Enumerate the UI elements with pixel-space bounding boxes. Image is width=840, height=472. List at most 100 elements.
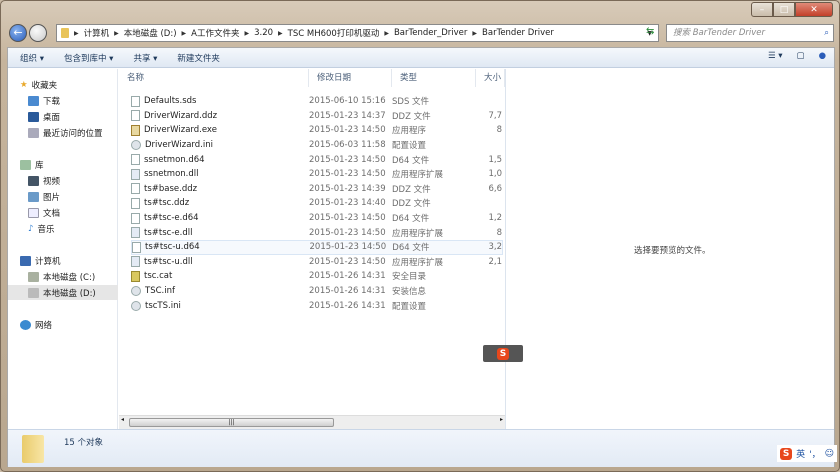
file-type: D64 文件 <box>392 155 430 166</box>
file-row[interactable]: ts#tsc-e.d64 2015-01-23 14:50 D64 文件 1,2 <box>131 211 503 226</box>
column-name[interactable]: 名称 <box>119 69 309 87</box>
nav-recent[interactable]: 最近访问的位置 <box>28 125 103 140</box>
view-options-icon[interactable]: ☰ ▾ <box>768 51 783 61</box>
chevron-right-icon: ▶ <box>74 29 79 37</box>
file-row[interactable]: DriverWizard.ini 2015-06-03 11:58 配置设置 <box>131 138 503 153</box>
file-file-icon <box>131 212 140 224</box>
nav-desktop[interactable]: 桌面 <box>28 109 60 124</box>
desktop-icon <box>28 111 39 122</box>
breadcrumb-bartender-driver[interactable]: BarTender Driver <box>482 28 554 38</box>
nav-computer[interactable]: 计算机 <box>20 253 61 268</box>
emoji-icon[interactable]: ☺ <box>825 449 834 459</box>
nav-drive-c[interactable]: 本地磁盘 (C:) <box>28 269 95 284</box>
maximize-button[interactable]: □ <box>773 2 795 17</box>
preview-message: 选择要预览的文件。 <box>634 246 711 256</box>
file-name-cell: tscTS.ini <box>131 300 309 311</box>
nav-pictures[interactable]: 图片 <box>28 189 60 204</box>
include-in-library-button[interactable]: 包含到库中 ▾ <box>64 52 113 64</box>
video-icon <box>28 175 39 186</box>
file-name: ts#tsc-e.d64 <box>144 213 199 224</box>
file-row[interactable]: ssnetmon.d64 2015-01-23 14:50 D64 文件 1,5 <box>131 152 503 167</box>
column-size[interactable]: 大小 <box>476 69 505 87</box>
breadcrumb-drive-d[interactable]: 本地磁盘 (D:) <box>124 27 177 39</box>
file-row[interactable]: TSC.inf 2015-01-26 14:31 安装信息 <box>131 284 503 299</box>
file-type: 安全目录 <box>392 272 427 283</box>
file-size: 2,1 <box>488 256 502 267</box>
nav-label: 库 <box>35 160 44 171</box>
file-row[interactable]: DriverWizard.ddz 2015-01-23 14:37 DDZ 文件 7,… <box>131 109 503 124</box>
address-bar[interactable]: ▶ 计算机 ▶ 本地磁盘 (D:) ▶ A工作文件夹 ▶ 3.20 ▶ TSC MH600… <box>56 24 659 42</box>
breadcrumb-3-20[interactable]: 3.20 <box>254 28 273 38</box>
scroll-right-icon[interactable]: ▸ <box>500 416 503 423</box>
file-type: 应用程序扩展 <box>392 170 444 181</box>
nav-documents[interactable]: 文档 <box>28 205 60 220</box>
help-icon[interactable]: ● <box>819 51 826 61</box>
column-date[interactable]: 修改日期 <box>309 69 392 87</box>
close-button[interactable]: ✕ <box>795 2 833 17</box>
file-name-cell: ssnetmon.d64 <box>131 154 309 166</box>
search-icon[interactable]: ⌕ <box>824 25 829 41</box>
scroll-left-icon[interactable]: ◂ <box>121 416 124 423</box>
search-placeholder: 搜索 BarTender Driver <box>673 28 765 38</box>
nav-label: 计算机 <box>35 256 61 267</box>
nav-videos[interactable]: 视频 <box>28 173 60 188</box>
nav-network[interactable]: 网络 <box>20 317 52 332</box>
file-row[interactable]: DriverWizard.exe 2015-01-23 14:50 应用程序 8 <box>131 123 503 138</box>
new-folder-button[interactable]: 新建文件夹 <box>177 52 220 64</box>
back-button[interactable]: ← <box>9 24 27 42</box>
organize-button[interactable]: 组织 ▾ <box>20 52 44 64</box>
file-name: ssnetmon.dll <box>144 169 199 180</box>
file-row[interactable]: Defaults.sds 2015-06-10 15:16 SDS 文件 <box>131 94 503 109</box>
file-size: 6,6 <box>488 183 502 194</box>
explorer-body: 组织 ▾ 包含到库中 ▾ 共享 ▾ 新建文件夹 ☰ ▾ ▢ ● ★ 收藏夹 下载 桌面… <box>7 47 835 467</box>
item-count: 15 个对象 <box>64 438 104 448</box>
minimize-button[interactable]: – <box>751 2 773 17</box>
nav-music[interactable]: ♪ 音乐 <box>28 221 54 236</box>
refresh-icon[interactable]: ⇆ <box>646 26 654 37</box>
file-row[interactable]: ts#tsc-u.d64 2015-01-23 14:50 D64 文件 3,2 <box>131 240 503 255</box>
file-type: D64 文件 <box>392 214 430 225</box>
ime-status-bar[interactable]: S 英 '， ☺ <box>777 445 837 462</box>
file-date: 2015-01-23 14:50 <box>309 227 386 238</box>
file-row[interactable]: ssnetmon.dll 2015-01-23 14:50 应用程序扩展 1,0 <box>131 167 503 182</box>
forward-button[interactable] <box>29 24 47 42</box>
breadcrumb-bartender-driver-folder[interactable]: BarTender_Driver <box>394 28 467 38</box>
file-row[interactable]: ts#base.ddz 2015-01-23 14:39 DDZ 文件 6,6 <box>131 182 503 197</box>
breadcrumb-tsc-driver[interactable]: TSC MH600打印机驱动 <box>288 27 380 39</box>
file-name: Defaults.sds <box>144 96 197 107</box>
nav-downloads[interactable]: 下载 <box>28 93 60 108</box>
file-type: D64 文件 <box>392 243 430 254</box>
file-name: ts#tsc-u.dll <box>144 256 193 267</box>
file-date: 2015-01-26 14:31 <box>309 271 386 282</box>
file-date: 2015-06-10 15:16 <box>309 96 386 107</box>
nav-label: 视频 <box>43 176 61 187</box>
nav-drive-d[interactable]: 本地磁盘 (D:) <box>8 285 118 300</box>
file-name: ts#tsc-u.d64 <box>145 242 200 253</box>
file-row[interactable]: ts#tsc-u.dll 2015-01-23 14:50 应用程序扩展 2,1 <box>131 255 503 270</box>
file-row[interactable]: tscTS.ini 2015-01-26 14:31 配置设置 <box>131 298 503 313</box>
column-type[interactable]: 类型 <box>392 69 476 87</box>
breadcrumb-work-folder[interactable]: A工作文件夹 <box>191 27 239 39</box>
dll-file-icon <box>131 168 140 180</box>
nav-label: 文档 <box>43 208 61 219</box>
ime-floating-toolbar[interactable]: S <box>483 345 523 362</box>
chevron-right-icon: ▶ <box>244 29 250 37</box>
file-name-cell: ssnetmon.dll <box>131 168 309 180</box>
file-row[interactable]: ts#tsc.ddz 2015-01-23 14:40 DDZ 文件 <box>131 196 503 211</box>
nav-label: 本地磁盘 (D:) <box>43 288 96 299</box>
file-date: 2015-06-03 11:58 <box>309 140 386 151</box>
file-row[interactable]: ts#tsc-e.dll 2015-01-23 14:50 应用程序扩展 8 <box>131 225 503 240</box>
share-button[interactable]: 共享 ▾ <box>133 52 157 64</box>
breadcrumb-computer[interactable]: 计算机 <box>84 27 110 39</box>
horizontal-scrollbar[interactable]: ◂ ||| ▸ <box>119 415 505 429</box>
file-size: 1,2 <box>488 213 502 224</box>
search-input[interactable]: 搜索 BarTender Driver ⌕ <box>666 24 834 42</box>
nav-favorites[interactable]: ★ 收藏夹 <box>20 77 57 92</box>
ime-language[interactable]: 英 <box>796 447 805 460</box>
ime-punctuation[interactable]: '， <box>809 447 820 460</box>
file-row[interactable]: tsc.cat 2015-01-26 14:31 安全目录 <box>131 269 503 284</box>
scrollbar-thumb[interactable]: ||| <box>129 418 334 427</box>
nav-libraries[interactable]: 库 <box>20 157 44 172</box>
chevron-right-icon: ▶ <box>472 29 478 37</box>
preview-pane-icon[interactable]: ▢ <box>797 51 805 61</box>
